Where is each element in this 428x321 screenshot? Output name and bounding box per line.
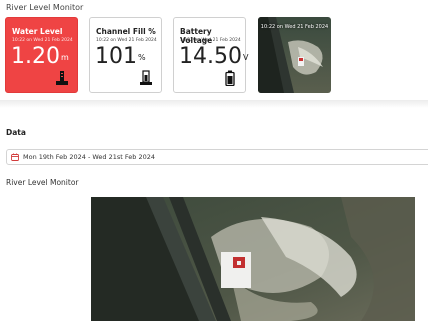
battery-icon: [225, 70, 235, 86]
camera-timestamp: 10:22 on Wed 21 Feb 2024: [260, 24, 329, 30]
value-unit: m: [60, 53, 69, 62]
card-label: Channel Fill %: [96, 27, 156, 36]
channel-fill-card[interactable]: Channel Fill % 10:22 on Wed 21 Feb 2024 …: [89, 17, 162, 93]
value-number: 1.20: [11, 44, 60, 69]
water-level-card[interactable]: Water Level 10:22 on Wed 21 Feb 2024 1.2…: [5, 17, 78, 93]
value-number: 14.50: [179, 44, 242, 69]
monitor-heading: River Level Monitor: [6, 178, 79, 187]
value-unit: %: [138, 53, 146, 62]
card-timestamp: 10:22 on Wed 21 Feb 2024: [180, 38, 241, 43]
camera-thumbnail[interactable]: 10:22 on Wed 21 Feb 2024: [258, 17, 331, 93]
card-value: 1.20m: [11, 46, 69, 68]
header-divider: [0, 100, 428, 108]
card-value: 14.50V: [179, 46, 248, 68]
date-range-picker[interactable]: Mon 19th Feb 2024 - Wed 21st Feb 2024: [6, 149, 428, 165]
value-number: 101: [95, 44, 137, 69]
value-unit: V: [242, 53, 249, 62]
water-gauge-icon: [56, 71, 68, 85]
card-label: Water Level: [12, 27, 63, 36]
river-photo: [91, 197, 415, 321]
page-title: River Level Monitor: [6, 3, 84, 12]
card-value: 101%: [95, 46, 146, 68]
channel-fill-icon: [140, 70, 152, 85]
calendar-icon: [11, 153, 19, 161]
battery-voltage-card[interactable]: Battery Voltage 10:22 on Wed 21 Feb 2024…: [173, 17, 248, 93]
card-timestamp: 10:22 on Wed 21 Feb 2024: [96, 38, 157, 43]
date-range-text: Mon 19th Feb 2024 - Wed 21st Feb 2024: [23, 153, 155, 161]
data-heading: Data: [6, 128, 26, 137]
card-timestamp: 10:22 on Wed 21 Feb 2024: [12, 38, 73, 43]
river-camera-image[interactable]: [91, 197, 415, 321]
